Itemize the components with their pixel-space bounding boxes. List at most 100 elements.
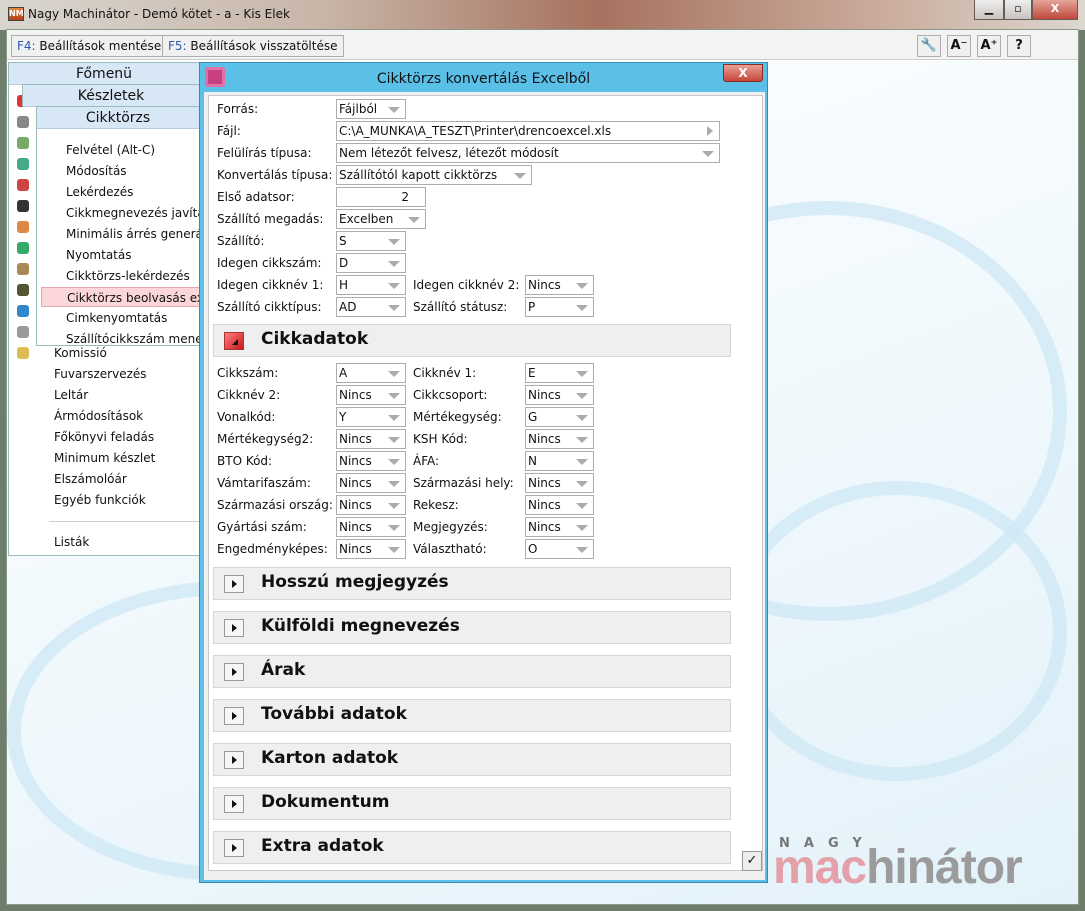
combo-field[interactable]: H [336,275,406,295]
dropdown-arrow-icon [576,415,588,421]
field-value: Y [339,410,347,424]
expand-toggle-icon[interactable] [224,619,244,637]
help-icon[interactable]: ? [1007,35,1031,57]
combo-field[interactable]: Nincs [336,473,406,493]
field-label: Engedményképes: [217,542,328,556]
combo-field[interactable]: O [525,539,594,559]
field-label: Vámtarifaszám: [217,476,311,490]
combo-field[interactable]: E [525,363,594,383]
submenu-item[interactable]: Cikkmegnevezés javítás [66,203,211,223]
field-3[interactable]: Szállítótól kapott cikktörzs [336,165,532,185]
section-cikkadatok[interactable]: Cikkadatok [213,324,731,357]
expand-toggle-icon[interactable] [224,795,244,813]
section-header[interactable]: Hosszú megjegyzés [213,567,731,600]
browse-arrow-icon[interactable] [707,126,713,136]
combo-field[interactable]: AD [336,297,406,317]
field-value: N [528,454,537,468]
field-0[interactable]: Fájlból [336,99,406,119]
save-settings-button[interactable]: F4: Beállítások mentése [11,35,168,57]
dropdown-arrow-icon [702,151,714,157]
menu-item-lists[interactable]: Listák [54,532,89,552]
section-title: Dokumentum [261,792,390,812]
field-1[interactable]: C:\A_MUNKA\A_TESZT\Printer\drencoexcel.x… [336,121,720,141]
section-header[interactable]: Extra adatok [213,831,731,864]
section-header[interactable]: Dokumentum [213,787,731,820]
expand-toggle-icon[interactable] [224,575,244,593]
font-increase-icon[interactable]: A⁺ [977,35,1001,57]
font-decrease-icon[interactable]: A⁻ [947,35,971,57]
section-header[interactable]: Karton adatok [213,743,731,776]
field-7[interactable]: D [336,253,406,273]
dropdown-arrow-icon [388,525,400,531]
combo-field[interactable]: Nincs [525,495,594,515]
section-header[interactable]: Külföldi megnevezés [213,611,731,644]
combo-field[interactable]: Nincs [336,451,406,471]
save-label: Beállítások mentése [35,39,162,53]
restore-settings-button[interactable]: F5: Beállítások visszatöltése [162,35,344,57]
submenu-item[interactable]: Nyomtatás [66,245,131,265]
collapse-toggle-icon[interactable] [224,332,244,350]
combo-field[interactable]: Nincs [525,473,594,493]
submenu-item[interactable]: Módosítás [66,161,127,181]
combo-field[interactable]: Y [336,407,406,427]
section-header[interactable]: További adatok [213,699,731,732]
field-value: Nincs [339,454,372,468]
field-label: KSH Kód: [413,432,468,446]
combo-field[interactable]: Nincs [525,275,594,295]
title-bar[interactable]: NM Nagy Machinátor - Demó kötet - a - Ki… [0,0,1085,30]
field-value: Nincs [339,432,372,446]
expand-toggle-icon[interactable] [224,839,244,857]
combo-field[interactable]: Nincs [336,385,406,405]
stock-menu-item[interactable]: Fuvarszervezés [54,364,147,384]
stock-menu-item[interactable]: Ármódosítások [54,406,143,426]
field-5[interactable]: Excelben [336,209,426,229]
section-title: Extra adatok [261,836,384,856]
combo-field[interactable]: A [336,363,406,383]
item-menu-header[interactable]: Cikktörzs [37,107,199,129]
menu-icon [17,116,29,128]
field-label: Forrás: [217,102,259,116]
close-window-button[interactable]: X [1032,0,1078,20]
field-value: Nem létezőt felvesz, létezőt módosít [339,146,559,160]
dropdown-arrow-icon [576,305,588,311]
combo-field[interactable]: Nincs [336,539,406,559]
submenu-item[interactable]: Felvétel (Alt-C) [66,140,155,160]
stock-menu-header[interactable]: Készletek [23,85,199,107]
submenu-item[interactable]: Cimkenyomtatás [66,308,167,328]
expand-toggle-icon[interactable] [224,751,244,769]
field-4[interactable]: 2 [336,187,426,207]
dialog-close-button[interactable]: X [723,64,763,82]
submenu-item[interactable]: Cikktörzs-lekérdezés [66,266,190,286]
wrench-icon[interactable]: 🔧 [917,35,941,57]
expand-toggle-icon[interactable] [224,707,244,725]
combo-field[interactable]: Nincs [336,517,406,537]
maximize-button[interactable]: ▫ [1004,0,1032,20]
field-value: Excelben [339,212,394,226]
save-shortcut: F4: [17,39,36,53]
stock-menu-item[interactable]: Minimum készlet [54,448,155,468]
combo-field[interactable]: Nincs [336,429,406,449]
submenu-item[interactable]: Lekérdezés [66,182,133,202]
combo-field[interactable]: N [525,451,594,471]
combo-field[interactable]: G [525,407,594,427]
stock-menu-item[interactable]: Elszámolóár [54,469,127,489]
minimize-button[interactable]: ▁ [974,0,1004,20]
main-menu-header[interactable]: Főmenü [9,63,199,85]
combo-field[interactable]: Nincs [525,517,594,537]
combo-field[interactable]: Nincs [336,495,406,515]
field-label: Vonalkód: [217,410,276,424]
section-header[interactable]: Árak [213,655,731,688]
combo-field[interactable]: Nincs [525,385,594,405]
stock-menu-item[interactable]: Leltár [54,385,88,405]
confirm-button[interactable]: ✓ [742,851,762,871]
stock-menu-item[interactable]: Egyéb funkciók [54,490,146,510]
field-label: Származási hely: [413,476,514,490]
field-2[interactable]: Nem létezőt felvesz, létezőt módosít [336,143,720,163]
menu-icon [17,284,29,296]
submenu-item[interactable]: Minimális árrés generálás [66,224,220,244]
stock-menu-item[interactable]: Főkönyvi feladás [54,427,154,447]
combo-field[interactable]: Nincs [525,429,594,449]
field-6[interactable]: S [336,231,406,251]
expand-toggle-icon[interactable] [224,663,244,681]
combo-field[interactable]: P [525,297,594,317]
